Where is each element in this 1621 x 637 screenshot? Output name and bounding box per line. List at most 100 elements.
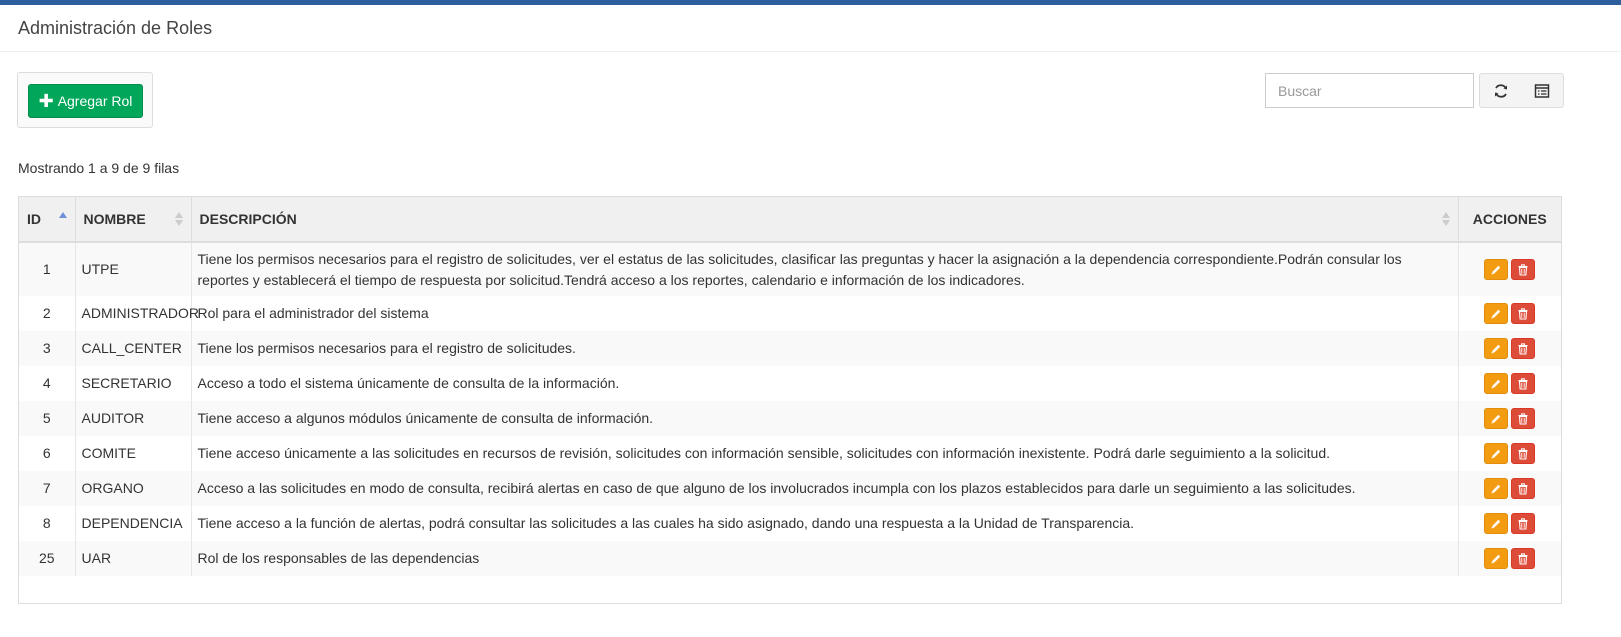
- cell-actions: [1458, 331, 1561, 366]
- trash-icon: [1518, 552, 1528, 565]
- edit-button[interactable]: [1484, 548, 1509, 569]
- cell-actions: [1458, 436, 1561, 471]
- edit-button[interactable]: [1484, 338, 1509, 359]
- edit-button[interactable]: [1484, 373, 1509, 394]
- cell-id: 1: [19, 242, 76, 296]
- cell-actions: [1458, 506, 1561, 541]
- table-row: 5 AUDITOR Tiene acceso a algunos módulos…: [19, 401, 1561, 436]
- refresh-icon: [1494, 83, 1507, 98]
- cell-description: Tiene acceso únicamente a las solicitude…: [191, 436, 1459, 471]
- table-row: 6 COMITE Tiene acceso únicamente a las s…: [19, 436, 1561, 471]
- header-actions-label: ACCIONES: [1472, 211, 1547, 227]
- add-role-label: Agregar Rol: [57, 93, 133, 109]
- cell-description: Acceso a todo el sistema únicamente de c…: [191, 366, 1459, 401]
- pencil-icon: [1491, 344, 1501, 353]
- delete-button[interactable]: [1511, 259, 1536, 280]
- cell-actions: [1458, 541, 1561, 576]
- cell-description: Rol para el administrador del sistema: [191, 296, 1459, 331]
- cell-id: 4: [19, 366, 76, 401]
- edit-button[interactable]: [1484, 259, 1509, 280]
- add-role-button[interactable]: ✚ Agregar Rol: [28, 84, 143, 118]
- sort-both-icon: [1441, 212, 1450, 226]
- pencil-icon: [1491, 484, 1501, 493]
- table-row: 7 ORGANO Acceso a las solicitudes en mod…: [19, 471, 1561, 506]
- edit-button[interactable]: [1484, 303, 1509, 324]
- search-input[interactable]: [1265, 73, 1474, 108]
- cell-id: 7: [19, 471, 76, 506]
- header-description[interactable]: DESCRIPCIÓN: [191, 197, 1459, 243]
- pencil-icon: [1491, 554, 1501, 563]
- cell-actions: [1458, 471, 1561, 506]
- pencil-icon: [1491, 379, 1501, 388]
- edit-button[interactable]: [1484, 443, 1509, 464]
- pencil-icon: [1491, 449, 1501, 458]
- sort-both-icon: [174, 212, 183, 226]
- columns-list-icon: [1534, 83, 1550, 98]
- table-row: 4 SECRETARIO Acceso a todo el sistema ún…: [19, 366, 1561, 401]
- cell-name: AUDITOR: [75, 401, 192, 436]
- cell-description: Tiene los permisos necesarios para el re…: [191, 242, 1459, 296]
- cell-name: UTPE: [75, 242, 192, 296]
- table-row: 3 CALL_CENTER Tiene los permisos necesar…: [19, 331, 1561, 366]
- delete-button[interactable]: [1511, 303, 1536, 324]
- cell-id: 5: [19, 401, 76, 436]
- cell-id: 8: [19, 506, 76, 541]
- pagination-info: Mostrando 1 a 9 de 9 filas: [18, 160, 180, 176]
- delete-button[interactable]: [1511, 338, 1536, 359]
- cell-description: Acceso a las solicitudes en modo de cons…: [191, 471, 1459, 506]
- edit-button[interactable]: [1484, 478, 1509, 499]
- page-header: Administración de Roles: [0, 5, 1621, 52]
- header-actions: ACCIONES: [1458, 197, 1561, 243]
- cell-id: 3: [19, 331, 76, 366]
- cell-name: COMITE: [75, 436, 192, 471]
- trash-icon: [1518, 412, 1528, 425]
- cell-description: Tiene los permisos necesarios para el re…: [191, 331, 1459, 366]
- edit-button[interactable]: [1484, 513, 1509, 534]
- page-title: Administración de Roles: [18, 18, 213, 38]
- delete-button[interactable]: [1511, 373, 1536, 394]
- header-id-label: ID: [27, 211, 41, 227]
- cell-description: Tiene acceso a algunos módulos únicament…: [191, 401, 1459, 436]
- header-id[interactable]: ID: [19, 197, 76, 243]
- pencil-icon: [1491, 265, 1501, 274]
- table-row: 25 UAR Rol de los responsables de las de…: [19, 541, 1561, 576]
- cell-id: 6: [19, 436, 76, 471]
- cell-name: ADMINISTRADOR: [75, 296, 199, 331]
- delete-button[interactable]: [1511, 408, 1536, 429]
- table-header-row: ID NOMBRE DESCRIPCIÓN ACCIONES: [19, 197, 1561, 243]
- columns-toggle-button[interactable]: [1521, 73, 1564, 108]
- header-description-label: DESCRIPCIÓN: [199, 211, 297, 227]
- trash-icon: [1518, 263, 1528, 276]
- cell-id: 2: [19, 296, 76, 331]
- cell-id: 25: [19, 541, 76, 576]
- delete-button[interactable]: [1511, 443, 1536, 464]
- delete-button[interactable]: [1511, 513, 1536, 534]
- cell-description: Rol de los responsables de las dependenc…: [191, 541, 1459, 576]
- pencil-icon: [1491, 309, 1501, 318]
- refresh-button[interactable]: [1479, 73, 1522, 108]
- trash-icon: [1518, 377, 1528, 390]
- cell-description: Tiene acceso a la función de alertas, po…: [191, 506, 1459, 541]
- cell-actions: [1458, 296, 1561, 331]
- header-name-label: NOMBRE: [83, 211, 146, 227]
- trash-icon: [1518, 517, 1528, 530]
- delete-button[interactable]: [1511, 478, 1536, 499]
- trash-icon: [1518, 482, 1528, 495]
- edit-button[interactable]: [1484, 408, 1509, 429]
- trash-icon: [1518, 307, 1528, 320]
- cell-name: DEPENDENCIA: [75, 506, 192, 541]
- cell-actions: [1458, 366, 1561, 401]
- cell-name: ORGANO: [75, 471, 192, 506]
- cell-name: UAR: [75, 541, 192, 576]
- cell-name: SECRETARIO: [75, 366, 192, 401]
- trash-icon: [1518, 447, 1528, 460]
- cell-name: CALL_CENTER: [75, 331, 192, 366]
- header-name[interactable]: NOMBRE: [75, 197, 192, 243]
- roles-table: ID NOMBRE DESCRIPCIÓN ACCIONES 1 UTPE Ti…: [18, 196, 1562, 604]
- delete-button[interactable]: [1511, 548, 1536, 569]
- table-row: 2 ADMINISTRADOR Rol para el administrado…: [19, 296, 1561, 331]
- cell-actions: [1458, 242, 1561, 296]
- table-row: 1 UTPE Tiene los permisos necesarios par…: [19, 242, 1561, 296]
- cell-actions: [1458, 401, 1561, 436]
- trash-icon: [1518, 342, 1528, 355]
